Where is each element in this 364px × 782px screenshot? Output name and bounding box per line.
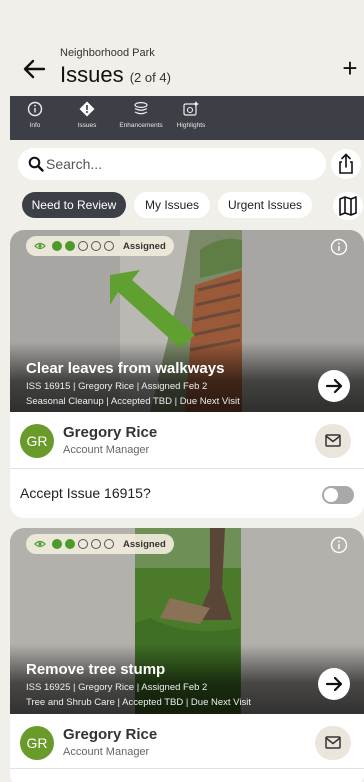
avatar: GR (20, 726, 54, 760)
tab-issues-label: Issues (77, 122, 97, 129)
progress-step-empty (78, 241, 88, 251)
arrow-right-icon (325, 676, 343, 692)
avatar: GR (20, 424, 54, 458)
issue-meta-line2: Tree and Shrub Care | Accepted TBD | Due… (26, 697, 251, 708)
message-button[interactable] (315, 424, 351, 458)
page-header: Neighborhood Park Issues (2 of 4) + (0, 0, 364, 96)
info-icon[interactable] (330, 536, 348, 554)
page-title: Issues (2 of 4) (60, 62, 171, 88)
issue-title: Clear leaves from walkways (26, 360, 225, 377)
filter-my-issues[interactable]: My Issues (134, 192, 210, 218)
eye-icon (34, 242, 46, 250)
message-button[interactable] (315, 726, 351, 760)
progress-step-filled (52, 241, 62, 251)
issue-photo: Assigned Remove tree stump ISS 16925 | G… (10, 528, 364, 714)
tab-enhancements-label: Enhancements (119, 122, 163, 129)
tab-info[interactable]: Info (20, 100, 50, 138)
info-icon (27, 101, 43, 117)
map-button[interactable] (333, 192, 363, 220)
tab-highlights-label: Highlights (176, 122, 206, 129)
issue-card[interactable]: Assigned Remove tree stump ISS 16925 | G… (10, 528, 364, 782)
open-issue-button[interactable] (318, 370, 350, 402)
issue-photo: Assigned Clear leaves from walkways ISS … (10, 230, 364, 412)
issue-meta-line1: ISS 16925 | Gregory Rice | Assigned Feb … (26, 682, 208, 693)
issue-count: (2 of 4) (129, 70, 171, 85)
toggle-knob (324, 488, 338, 502)
share-icon (339, 153, 353, 174)
photo-star-icon (183, 101, 199, 116)
issue-card[interactable]: Assigned Clear leaves from walkways ISS … (10, 230, 364, 518)
tab-issues[interactable]: Issues (72, 100, 102, 138)
assignee-row: GR Gregory Rice Account Manager (10, 416, 364, 466)
divider (10, 768, 364, 769)
issue-title: Remove tree stump (26, 661, 166, 678)
filter-need-to-review[interactable]: Need to Review (22, 192, 126, 218)
filter-urgent-issues[interactable]: Urgent Issues (218, 192, 312, 218)
divider (10, 468, 364, 469)
eye-icon (34, 540, 46, 548)
section-tabbar: Info Issues Enhancements Highlights (10, 96, 364, 140)
tab-enhancements[interactable]: Enhancements (112, 100, 170, 138)
tab-info-label: Info (29, 122, 41, 129)
accept-issue-toggle[interactable] (322, 486, 354, 504)
layers-icon (134, 101, 148, 115)
open-issue-button[interactable] (318, 668, 350, 700)
status-badge: Assigned (123, 538, 166, 550)
park-name: Neighborhood Park (60, 47, 155, 59)
status-badge: Assigned (123, 240, 166, 252)
info-icon[interactable] (330, 238, 348, 256)
issue-meta-line1: ISS 16915 | Gregory Rice | Assigned Feb … (26, 381, 208, 392)
mail-icon (325, 434, 341, 447)
mail-icon (325, 736, 341, 749)
progress-pill: Assigned (26, 534, 174, 554)
progress-step-empty (91, 539, 101, 549)
add-button[interactable]: + (338, 55, 362, 81)
assignee-name: Gregory Rice (63, 726, 158, 743)
issue-meta-line2: Seasonal Cleanup | Accepted TBD | Due Ne… (26, 396, 240, 407)
assignee-role: Account Manager (63, 746, 150, 758)
assignee-name: Gregory Rice (63, 424, 158, 441)
progress-step-filled (52, 539, 62, 549)
page-title-text: Issues (60, 62, 124, 87)
back-arrow-icon[interactable] (22, 58, 46, 80)
share-button[interactable] (331, 149, 361, 179)
map-icon (339, 196, 357, 216)
search-placeholder: Search... (46, 156, 103, 172)
assignee-role: Account Manager (63, 444, 150, 456)
progress-pill: Assigned (26, 236, 174, 256)
progress-step-empty (78, 539, 88, 549)
arrow-right-icon (325, 378, 343, 394)
progress-step-empty (91, 241, 101, 251)
progress-step-filled (65, 241, 75, 251)
tab-highlights[interactable]: Highlights (172, 100, 210, 138)
alert-icon (79, 101, 95, 117)
progress-step-filled (65, 539, 75, 549)
progress-step-empty (104, 539, 114, 549)
accept-issue-label: Accept Issue 16915? (20, 485, 151, 501)
progress-step-empty (104, 241, 114, 251)
search-input[interactable]: Search... (18, 148, 326, 180)
assignee-row: GR Gregory Rice Account Manager (10, 718, 364, 768)
search-icon (28, 156, 44, 172)
